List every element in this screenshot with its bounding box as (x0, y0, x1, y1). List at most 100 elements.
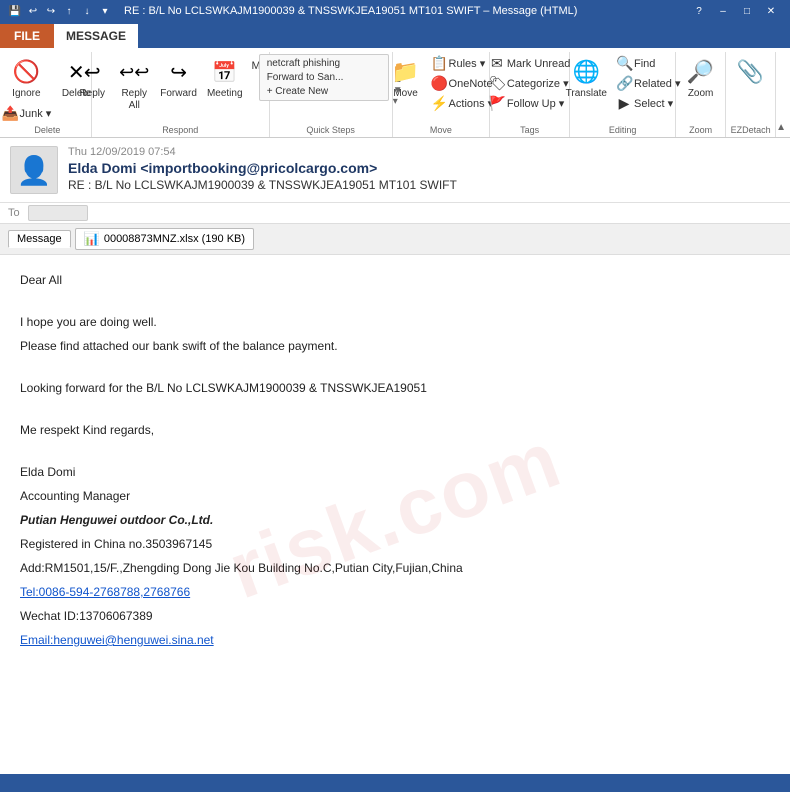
tab-attachment[interactable]: 📊 00008873MNZ.xlsx (190 KB) (75, 228, 254, 250)
onenote-icon: 🔴 (431, 75, 447, 92)
select-icon: ▶ (616, 95, 632, 112)
move-group-label: Move (430, 123, 452, 135)
move-icon: 📁 (390, 56, 422, 88)
reply-icon: ↩ (76, 56, 108, 88)
body-line1: I hope you are doing well. (20, 313, 770, 331)
help-button[interactable]: ? (688, 3, 710, 19)
editing-group-label: Editing (609, 123, 637, 135)
down-icon[interactable]: ↓ (80, 4, 94, 18)
meeting-button[interactable]: 📅 Meeting (203, 54, 247, 102)
sig-add: Add:RM1501,15/F.,Zhengding Dong Jie Kou … (20, 559, 770, 577)
ribbon-tabs: FILE MESSAGE (0, 22, 790, 48)
tab-file[interactable]: FILE (0, 24, 54, 48)
followup-button[interactable]: 🚩 Follow Up ▾ (486, 94, 574, 113)
tags-btns: ✉ Mark Unread 🏷 Categorize ▾ 🚩 Follow Up… (486, 54, 574, 113)
categorize-icon: 🏷 (489, 75, 505, 92)
select-label: Select ▾ (634, 97, 673, 110)
zoom-button[interactable]: 🔎 Zoom (681, 54, 721, 102)
tab-message[interactable]: MESSAGE (54, 24, 138, 48)
email-date: Thu 12/09/2019 07:54 (68, 146, 780, 158)
rules-icon: 📋 (431, 55, 447, 72)
meeting-icon: 📅 (209, 56, 241, 88)
translate-button[interactable]: 🌐 Translate (562, 54, 611, 102)
up-icon[interactable]: ↑ (62, 4, 76, 18)
related-label: Related ▾ (634, 77, 681, 90)
select-button[interactable]: ▶ Select ▾ (613, 94, 684, 113)
ribbon-group-tags: ✉ Mark Unread 🏷 Categorize ▾ 🚩 Follow Up… (490, 52, 570, 137)
junk-label: Junk ▾ (19, 107, 51, 120)
avatar-icon: 👤 (17, 154, 52, 187)
ribbon-group-move: 📁 Move 📋 Rules ▾ 🔴 OneNote ⚡ Actions ▾ M… (393, 52, 491, 137)
junk-button[interactable]: 📤 Junk ▾ (0, 104, 54, 123)
ignore-label: Ignore (12, 88, 40, 100)
reply-label: Reply (79, 88, 105, 100)
translate-label: Translate (566, 88, 607, 100)
sig-reg: Registered in China no.3503967145 (20, 535, 770, 553)
zoom-label: Zoom (688, 88, 714, 100)
find-icon: 🔍 (616, 55, 632, 72)
reply-all-icon: ↩↩ (118, 56, 150, 88)
to-value (28, 205, 88, 221)
forward-label: Forward (160, 88, 197, 100)
delete-group-label: Delete (34, 123, 60, 135)
qs-forward[interactable]: Forward to San... (264, 71, 384, 84)
window-title: RE : B/L No LCLSWKAJM1900039 & TNSSWKJEA… (124, 5, 577, 17)
minimize-button[interactable]: – (712, 3, 734, 19)
related-icon: 🔗 (616, 75, 632, 92)
categorize-button[interactable]: 🏷 Categorize ▾ (486, 74, 574, 93)
move-button[interactable]: 📁 Move (386, 54, 426, 102)
qs-create[interactable]: + Create New (264, 85, 384, 98)
email-subject: RE : B/L No LCLSWKAJM1900039 & TNSSWKJEA… (68, 178, 780, 192)
editing-small-btns: 🔍 Find 🔗 Related ▾ ▶ Select ▾ (613, 54, 684, 113)
actions-icon: ⚡ (431, 95, 447, 112)
email-header-info: Thu 12/09/2019 07:54 Elda Domi <importbo… (68, 146, 780, 192)
ribbon-group-move-inner: 📁 Move 📋 Rules ▾ 🔴 OneNote ⚡ Actions ▾ (386, 54, 497, 123)
title-bar: 💾 ↩ ↪ ↑ ↓ ▾ RE : B/L No LCLSWKAJM1900039… (0, 0, 790, 22)
email-header: 👤 Thu 12/09/2019 07:54 Elda Domi <import… (0, 138, 790, 203)
save-icon[interactable]: 💾 (8, 4, 22, 18)
ezdetach-group-label: EZDetach (731, 123, 771, 135)
to-bar: To (0, 203, 790, 224)
email-from: Elda Domi <importbooking@pricolcargo.com… (68, 160, 780, 176)
reply-button[interactable]: ↩ Reply (72, 54, 112, 102)
mark-unread-icon: ✉ (489, 55, 505, 72)
sig-email[interactable]: Email:henguwei@henguwei.sina.net (20, 633, 214, 647)
undo-icon[interactable]: ↩ (26, 4, 40, 18)
maximize-button[interactable]: □ (736, 3, 758, 19)
ribbon-group-respond-inner: ↩ Reply ↩↩ ReplyAll ↪ Forward 📅 Meeting … (72, 54, 288, 123)
status-bar (0, 774, 790, 792)
tab-message-body[interactable]: Message (8, 230, 71, 248)
tags-group-label: Tags (520, 123, 539, 135)
message-tabs: Message 📊 00008873MNZ.xlsx (190 KB) (0, 224, 790, 255)
ribbon-expand[interactable]: ▲ (776, 52, 786, 137)
find-label: Find (634, 58, 655, 70)
forward-icon: ↪ (163, 56, 195, 88)
body-line4: Me respekt Kind regards, (20, 421, 770, 439)
ribbon: 🚫 Ignore 📤 Junk ▾ ✕ Delete Delete ↩ (0, 48, 790, 138)
quicksteps-group-label: Quick Steps (306, 123, 355, 135)
find-button[interactable]: 🔍 Find (613, 54, 684, 73)
sig-tel[interactable]: Tel:0086-594-2768788,2768766 (20, 585, 190, 599)
mark-unread-button[interactable]: ✉ Mark Unread (486, 54, 574, 73)
ignore-button[interactable]: 🚫 Ignore (6, 54, 46, 102)
ignore-icon: 🚫 (10, 56, 42, 88)
ezdetach-button[interactable]: 📎 (731, 54, 771, 90)
forward-button[interactable]: ↪ Forward (156, 54, 201, 102)
more-icon[interactable]: ▾ (98, 4, 112, 18)
related-button[interactable]: 🔗 Related ▾ (613, 74, 684, 93)
zoom-icon: 🔎 (685, 56, 717, 88)
redo-icon[interactable]: ↪ (44, 4, 58, 18)
body-line2: Please find attached our bank swift of t… (20, 337, 770, 355)
avatar: 👤 (10, 146, 58, 194)
move-label: Move (393, 88, 417, 100)
ribbon-group-respond: ↩ Reply ↩↩ ReplyAll ↪ Forward 📅 Meeting … (92, 52, 270, 137)
followup-label: Follow Up ▾ (507, 97, 564, 110)
to-label: To (8, 207, 20, 219)
followup-icon: 🚩 (489, 95, 505, 112)
categorize-label: Categorize ▾ (507, 77, 569, 90)
close-button[interactable]: ✕ (760, 3, 782, 19)
qs-netcraft[interactable]: netcraft phishing (264, 57, 384, 70)
reply-all-button[interactable]: ↩↩ ReplyAll (114, 54, 154, 114)
translate-icon: 🌐 (570, 56, 602, 88)
rules-label: Rules ▾ (449, 57, 486, 70)
